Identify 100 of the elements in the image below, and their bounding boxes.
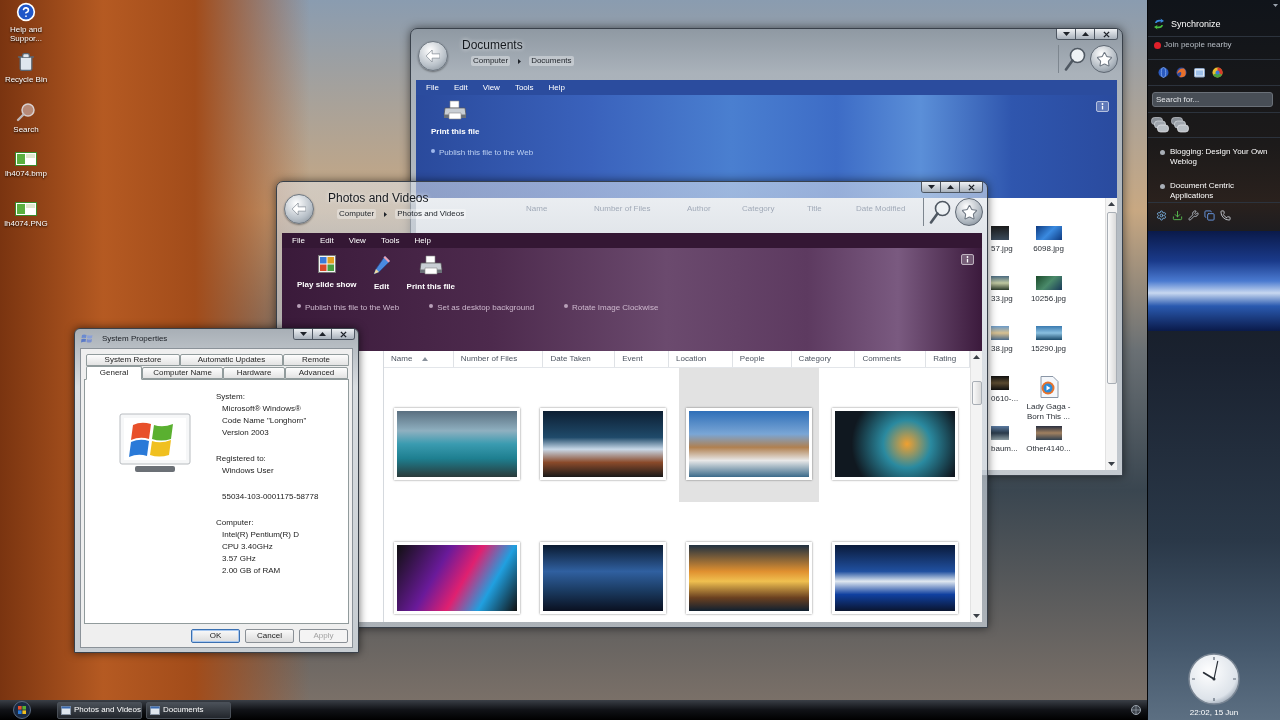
- task-link[interactable]: Set as desktop background: [437, 303, 535, 313]
- thumbnail-entry[interactable]: Other4140...: [1021, 426, 1076, 454]
- menu-item[interactable]: File: [426, 82, 439, 93]
- thumbnail-entry[interactable]: 57.jpg: [991, 226, 1021, 254]
- close-button[interactable]: [1095, 29, 1117, 39]
- thumbnail-entry[interactable]: 38.jpg: [991, 326, 1021, 354]
- menu-item[interactable]: Edit: [453, 82, 468, 93]
- tab[interactable]: Hardware: [223, 367, 285, 379]
- task-link[interactable]: Publish this file to the Web: [439, 148, 534, 158]
- sidebar-link[interactable]: Document Centric Applications: [1170, 181, 1276, 201]
- desktop-shortcut[interactable]: lh4074.PNG: [0, 202, 52, 252]
- minimize-button[interactable]: [294, 329, 313, 339]
- menu-item[interactable]: Help: [414, 235, 432, 246]
- close-button[interactable]: [960, 182, 982, 192]
- column-header[interactable]: Location: [669, 351, 733, 367]
- tab[interactable]: Automatic Updates: [180, 354, 283, 366]
- chat-bubbles-icon[interactable]: [1171, 117, 1189, 133]
- presence-link[interactable]: Join people nearby: [1154, 40, 1232, 50]
- tab[interactable]: System Restore: [86, 354, 180, 366]
- thumbnail-entry[interactable]: 0610-...: [991, 376, 1021, 404]
- gear-icon[interactable]: [1156, 209, 1167, 221]
- task-button[interactable]: Print this file: [406, 255, 456, 292]
- wrench-icon[interactable]: [1188, 209, 1199, 221]
- menu-item[interactable]: View: [482, 82, 500, 93]
- globe-icon[interactable]: [1131, 705, 1141, 715]
- media-file-icon: [1038, 376, 1059, 398]
- column-header[interactable]: Name: [384, 351, 454, 367]
- menu-item[interactable]: Tools: [514, 82, 534, 93]
- chat-bubbles-icon[interactable]: [1151, 117, 1169, 133]
- close-button[interactable]: [332, 329, 354, 339]
- back-button[interactable]: [284, 194, 314, 224]
- search-field[interactable]: Search for...: [1152, 91, 1273, 107]
- task-button[interactable]: Print this file: [431, 100, 480, 137]
- breadcrumb-item[interactable]: Computer: [337, 209, 377, 219]
- maximize-button[interactable]: [941, 182, 960, 192]
- download-arrow-icon[interactable]: [1172, 209, 1183, 221]
- windows-stack-icon[interactable]: [1204, 209, 1215, 221]
- column-header[interactable]: People: [732, 351, 792, 367]
- window-icon: [150, 705, 160, 715]
- taskbar-button[interactable]: Documents: [146, 701, 231, 719]
- monitor-icon: [119, 413, 191, 475]
- thumbnail-entry[interactable]: 15290.jpg: [1021, 326, 1076, 354]
- scrollbar-thumb[interactable]: [1106, 212, 1117, 384]
- start-button[interactable]: [13, 701, 31, 719]
- minimize-button[interactable]: [922, 182, 941, 192]
- ring-icon[interactable]: [1212, 67, 1223, 78]
- column-header[interactable]: Comments: [855, 351, 927, 367]
- thumbnail-entry[interactable]: 10256.jpg: [1021, 276, 1076, 304]
- maximize-button[interactable]: [1076, 29, 1095, 39]
- photo-thumbnail: [1035, 426, 1062, 440]
- desktop-shortcut[interactable]: Search: [0, 102, 52, 152]
- dialog-button[interactable]: Cancel: [245, 628, 294, 643]
- minimize-button[interactable]: [1057, 29, 1076, 39]
- window-title: Documents: [462, 38, 524, 52]
- swirl-globe-icon[interactable]: [1176, 67, 1187, 78]
- sync-link[interactable]: Synchronize: [1153, 18, 1221, 30]
- tab[interactable]: General: [86, 366, 142, 380]
- bullet-icon: [429, 304, 434, 308]
- menu-item[interactable]: File: [292, 235, 305, 246]
- back-button[interactable]: [418, 41, 448, 71]
- task-button[interactable]: Play slide show: [297, 255, 357, 290]
- thumbnail-entry[interactable]: 6098.jpg: [1021, 226, 1076, 254]
- desktop-shortcut[interactable]: lh4074.bmp: [0, 152, 52, 202]
- menu-item[interactable]: Tools: [380, 235, 400, 246]
- maximize-button[interactable]: [313, 329, 332, 339]
- search-button[interactable]: [1064, 47, 1086, 71]
- dialog-button[interactable]: OK: [191, 628, 240, 643]
- thumbnail-entry[interactable]: Lady Gaga - Born This ...: [1021, 376, 1076, 422]
- tab[interactable]: Computer Name: [142, 367, 223, 379]
- printer-icon: [443, 100, 468, 120]
- tab[interactable]: Remote: [283, 354, 349, 366]
- column-header[interactable]: Date Taken: [543, 351, 616, 367]
- favorites-button[interactable]: [1090, 45, 1118, 73]
- thumbnail-entry[interactable]: 33.jpg: [991, 276, 1021, 304]
- column-header[interactable]: Event: [615, 351, 670, 367]
- star-icon: [1095, 50, 1113, 68]
- globe-icon[interactable]: [1158, 67, 1169, 78]
- menu-item[interactable]: Edit: [319, 235, 334, 246]
- breadcrumb-item[interactable]: Photos and Videos: [395, 209, 467, 219]
- thumbnail-entry[interactable]: baum...: [991, 426, 1021, 454]
- desktop-shortcut[interactable]: Help and Suppor...: [0, 2, 52, 52]
- breadcrumb-item[interactable]: Documents: [529, 56, 574, 66]
- task-link[interactable]: Rotate Image Clockwise: [572, 303, 659, 313]
- task-button[interactable]: Edit: [372, 255, 391, 292]
- breadcrumb-item[interactable]: Computer: [471, 56, 511, 66]
- column-header[interactable]: Number of Files: [453, 351, 544, 367]
- scrollbar-thumb[interactable]: [971, 381, 982, 405]
- desktop-shortcut[interactable]: Recycle Bin: [0, 52, 52, 102]
- search-button[interactable]: [929, 200, 951, 224]
- sidebar-link[interactable]: Blogging: Design Your Own Weblog: [1170, 147, 1276, 167]
- menu-item[interactable]: Help: [548, 82, 566, 93]
- menu-item[interactable]: View: [348, 235, 366, 246]
- info-icon[interactable]: [961, 254, 974, 265]
- phone-icon[interactable]: [1220, 209, 1231, 221]
- info-icon[interactable]: [1096, 101, 1109, 112]
- task-link[interactable]: Publish this file to the Web: [305, 303, 400, 313]
- tab[interactable]: Advanced: [285, 367, 348, 379]
- taskbar-button[interactable]: Photos and Videos: [57, 701, 142, 719]
- window-icon[interactable]: [1194, 67, 1205, 78]
- column-header[interactable]: Category: [791, 351, 856, 367]
